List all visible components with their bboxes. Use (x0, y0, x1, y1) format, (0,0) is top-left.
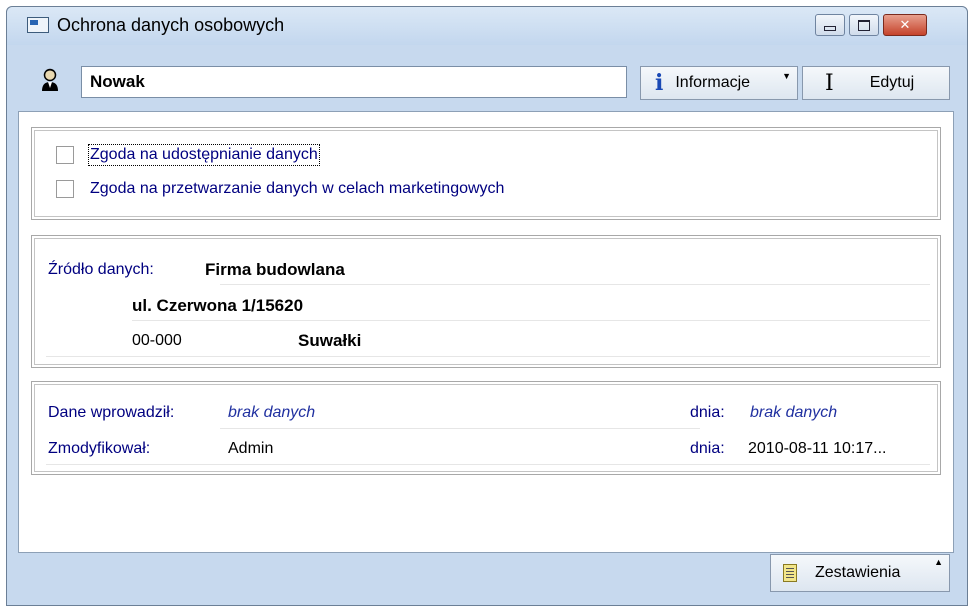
entered-date-label: dnia: (690, 404, 725, 421)
text-cursor-icon: I (825, 70, 834, 96)
window-title: Ochrona danych osobowych (57, 15, 285, 35)
modified-date-value: 2010-08-11 10:17... (748, 440, 887, 457)
content-panel: Zgoda na udostępnianie danych Zgoda na p… (18, 111, 954, 553)
checkbox-box[interactable] (56, 180, 74, 198)
modified-date-label: dnia: (690, 440, 725, 457)
entered-by-label: Dane wprowadził: (48, 404, 175, 421)
window-app-icon (27, 17, 49, 33)
modified-by-label: Zmodyfikował: (48, 440, 151, 457)
info-icon: i (655, 70, 664, 96)
checkbox-box[interactable] (56, 146, 74, 164)
minimize-button[interactable] (815, 14, 845, 36)
dropdown-caret-icon: ▼ (782, 71, 791, 81)
divider (220, 284, 930, 285)
name-field[interactable]: Nowak (81, 66, 627, 98)
notepad-icon (783, 564, 797, 582)
divider (46, 464, 930, 465)
divider (46, 356, 930, 357)
info-button[interactable]: i Informacje ▼ (640, 66, 798, 100)
consent-marketing-label: Zgoda na przetwarzanie danych w celach m… (90, 180, 505, 197)
consent-share-label: Zgoda na udostępnianie danych (88, 144, 320, 166)
close-button[interactable]: ✕ (883, 14, 927, 36)
source-city: Suwałki (298, 331, 362, 350)
data-source-group: Źródło danych: Firma budowlana ul. Czerw… (31, 235, 941, 368)
consent-share-checkbox[interactable]: Zgoda na udostępnianie danych (56, 144, 320, 166)
source-label: Źródło danych: (48, 261, 154, 278)
edit-button[interactable]: I Edytuj (802, 66, 950, 100)
minimize-icon (824, 25, 836, 31)
entered-by-value: brak danych (228, 404, 316, 421)
consent-marketing-checkbox[interactable]: Zgoda na przetwarzanie danych w celach m… (56, 180, 504, 198)
edit-button-label: Edytuj (869, 74, 915, 91)
source-postal-code: 00-000 (132, 332, 182, 349)
consent-group: Zgoda na udostępnianie danych Zgoda na p… (31, 127, 941, 220)
title-bar[interactable]: Ochrona danych osobowych ✕ (7, 7, 967, 45)
audit-group: Dane wprowadził: brak danych dnia: brak … (31, 381, 941, 475)
source-company: Firma budowlana (205, 260, 345, 279)
caret-up-icon: ▲ (934, 557, 943, 567)
close-icon: ✕ (899, 17, 911, 32)
divider (220, 428, 700, 429)
entered-date-value: brak danych (750, 404, 838, 421)
modified-by-value: Admin (228, 440, 274, 457)
divider (132, 320, 930, 321)
reports-button[interactable]: Zestawienia ▲ (770, 554, 950, 592)
reports-button-label: Zestawienia (815, 564, 901, 581)
maximize-icon (858, 19, 870, 31)
maximize-button[interactable] (849, 14, 879, 36)
person-icon (42, 68, 58, 91)
info-button-label: Informacje (675, 74, 751, 91)
source-street: ul. Czerwona 1/15620 (132, 296, 304, 315)
